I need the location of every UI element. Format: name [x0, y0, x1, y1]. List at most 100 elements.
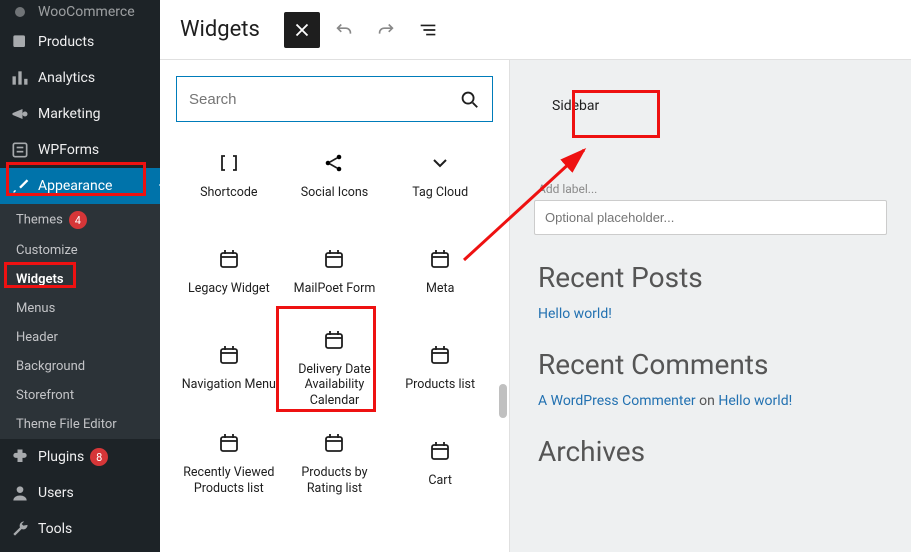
block-recently-viewed-products-list[interactable]: Recently Viewed Products list	[176, 416, 282, 512]
block-social-icons[interactable]: Social Icons	[282, 128, 388, 224]
recent-posts-heading: Recent Posts	[538, 261, 887, 294]
brush-icon	[10, 176, 30, 196]
menu-analytics[interactable]: Analytics	[0, 60, 160, 96]
calendar-icon	[217, 431, 241, 455]
block-grid: Shortcode Social Icons Tag Cloud Legacy …	[176, 128, 493, 512]
sub-header[interactable]: Header	[0, 323, 160, 352]
block-cart[interactable]: Cart	[387, 416, 493, 512]
block-delivery-date-availability-calendar[interactable]: Delivery Date Availability Calendar	[282, 320, 388, 416]
block-label: Meta	[426, 281, 454, 297]
calendar-icon	[322, 431, 346, 455]
plugins-icon	[10, 447, 30, 467]
users-icon	[10, 483, 30, 503]
calendar-icon	[428, 439, 452, 463]
list-icon	[417, 19, 439, 41]
block-label: Products list	[405, 377, 475, 393]
sub-themes[interactable]: Themes4	[0, 204, 160, 236]
redo-button[interactable]	[368, 12, 404, 48]
block-label: Social Icons	[301, 185, 369, 201]
search-input[interactable]	[189, 91, 458, 108]
calendar-icon	[217, 343, 241, 367]
search-icon	[458, 88, 480, 110]
block-products-by-rating-list[interactable]: Products by Rating list	[282, 416, 388, 512]
themes-badge: 4	[69, 211, 87, 229]
sub-background[interactable]: Background	[0, 352, 160, 381]
menu-appearance[interactable]: Appearance	[0, 168, 160, 204]
archives-heading: Archives	[538, 435, 887, 468]
sub-widgets[interactable]: Widgets	[0, 265, 160, 294]
recent-comments-heading: Recent Comments	[538, 348, 887, 381]
menu-marketing[interactable]: Marketing	[0, 96, 160, 132]
menu-label: Appearance	[38, 178, 112, 194]
comment-author-link[interactable]: A WordPress Commenter	[538, 393, 696, 409]
menu-label: Products	[38, 34, 94, 50]
block-shortcode[interactable]: Shortcode	[176, 128, 282, 224]
block-search[interactable]	[176, 76, 493, 122]
undo-icon	[333, 19, 355, 41]
block-label: Shortcode	[200, 185, 257, 201]
share-icon	[322, 151, 346, 175]
block-navigation-menu[interactable]: Navigation Menu	[176, 320, 282, 416]
calendar-icon	[428, 247, 452, 271]
block-label: Navigation Menu	[182, 377, 276, 393]
sub-storefront[interactable]: Storefront	[0, 381, 160, 410]
shortcode-icon	[217, 151, 241, 175]
menu-label: Marketing	[38, 106, 101, 122]
block-label: Products by Rating list	[286, 465, 384, 496]
block-label: Delivery Date Availability Calendar	[286, 362, 384, 409]
recent-post-link[interactable]: Hello world!	[538, 306, 612, 322]
recent-comment-line: A WordPress Commenter on Hello world!	[538, 393, 887, 409]
menu-woocommerce[interactable]: WooCommerce	[0, 0, 160, 24]
search-block-placeholder-input[interactable]	[534, 200, 887, 235]
sidebar-area-tab[interactable]: Sidebar	[530, 84, 621, 128]
comment-post-link[interactable]: Hello world!	[718, 393, 792, 409]
menu-label: WPForms	[38, 142, 99, 158]
calendar-icon	[217, 247, 241, 271]
inserter-scrollbar[interactable]	[499, 194, 507, 544]
menu-label: Analytics	[38, 70, 95, 86]
menu-label: Plugins	[38, 449, 84, 465]
menu-plugins[interactable]: Plugins 8	[0, 439, 160, 475]
page-title: Widgets	[180, 17, 260, 42]
redo-icon	[375, 19, 397, 41]
marketing-icon	[10, 104, 30, 124]
block-label: Recently Viewed Products list	[180, 465, 278, 496]
editor-top-bar: Widgets	[160, 0, 911, 60]
block-legacy-widget[interactable]: Legacy Widget	[176, 224, 282, 320]
plugins-badge: 8	[90, 448, 108, 466]
calendar-icon	[322, 328, 346, 352]
woo-icon	[10, 2, 30, 22]
block-mailpoet-form[interactable]: MailPoet Form	[282, 224, 388, 320]
sub-theme-file-editor[interactable]: Theme File Editor	[0, 410, 160, 439]
menu-tools[interactable]: Tools	[0, 511, 160, 547]
undo-button[interactable]	[326, 12, 362, 48]
analytics-icon	[10, 68, 30, 88]
appearance-submenu: Themes4 Customize Widgets Menus Header B…	[0, 204, 160, 439]
list-view-button[interactable]	[410, 12, 446, 48]
block-products-list[interactable]: Products list	[387, 320, 493, 416]
admin-sidebar: WooCommerce Products Analytics Marketing…	[0, 0, 160, 552]
menu-label: Users	[38, 485, 74, 501]
block-label: Legacy Widget	[188, 281, 270, 297]
menu-users[interactable]: Users	[0, 475, 160, 511]
chevron-down-icon	[428, 151, 452, 175]
calendar-icon	[322, 247, 346, 271]
block-label: Cart	[428, 473, 452, 489]
sub-menus[interactable]: Menus	[0, 294, 160, 323]
menu-wpforms[interactable]: WPForms	[0, 132, 160, 168]
block-inserter-panel: Shortcode Social Icons Tag Cloud Legacy …	[160, 60, 510, 552]
close-icon	[291, 19, 313, 41]
widget-area-editor: Sidebar Add label... Recent Posts Hello …	[510, 60, 911, 552]
block-meta[interactable]: Meta	[387, 224, 493, 320]
search-block-add-label: Add label...	[538, 182, 887, 196]
block-tag-cloud[interactable]: Tag Cloud	[387, 128, 493, 224]
close-inserter-button[interactable]	[284, 12, 320, 48]
menu-label: WooCommerce	[38, 4, 135, 20]
sub-customize[interactable]: Customize	[0, 236, 160, 265]
scrollbar-thumb[interactable]	[499, 384, 507, 418]
products-icon	[10, 32, 30, 52]
block-label: Tag Cloud	[412, 185, 468, 201]
tools-icon	[10, 519, 30, 539]
block-label: MailPoet Form	[294, 281, 376, 297]
menu-products[interactable]: Products	[0, 24, 160, 60]
